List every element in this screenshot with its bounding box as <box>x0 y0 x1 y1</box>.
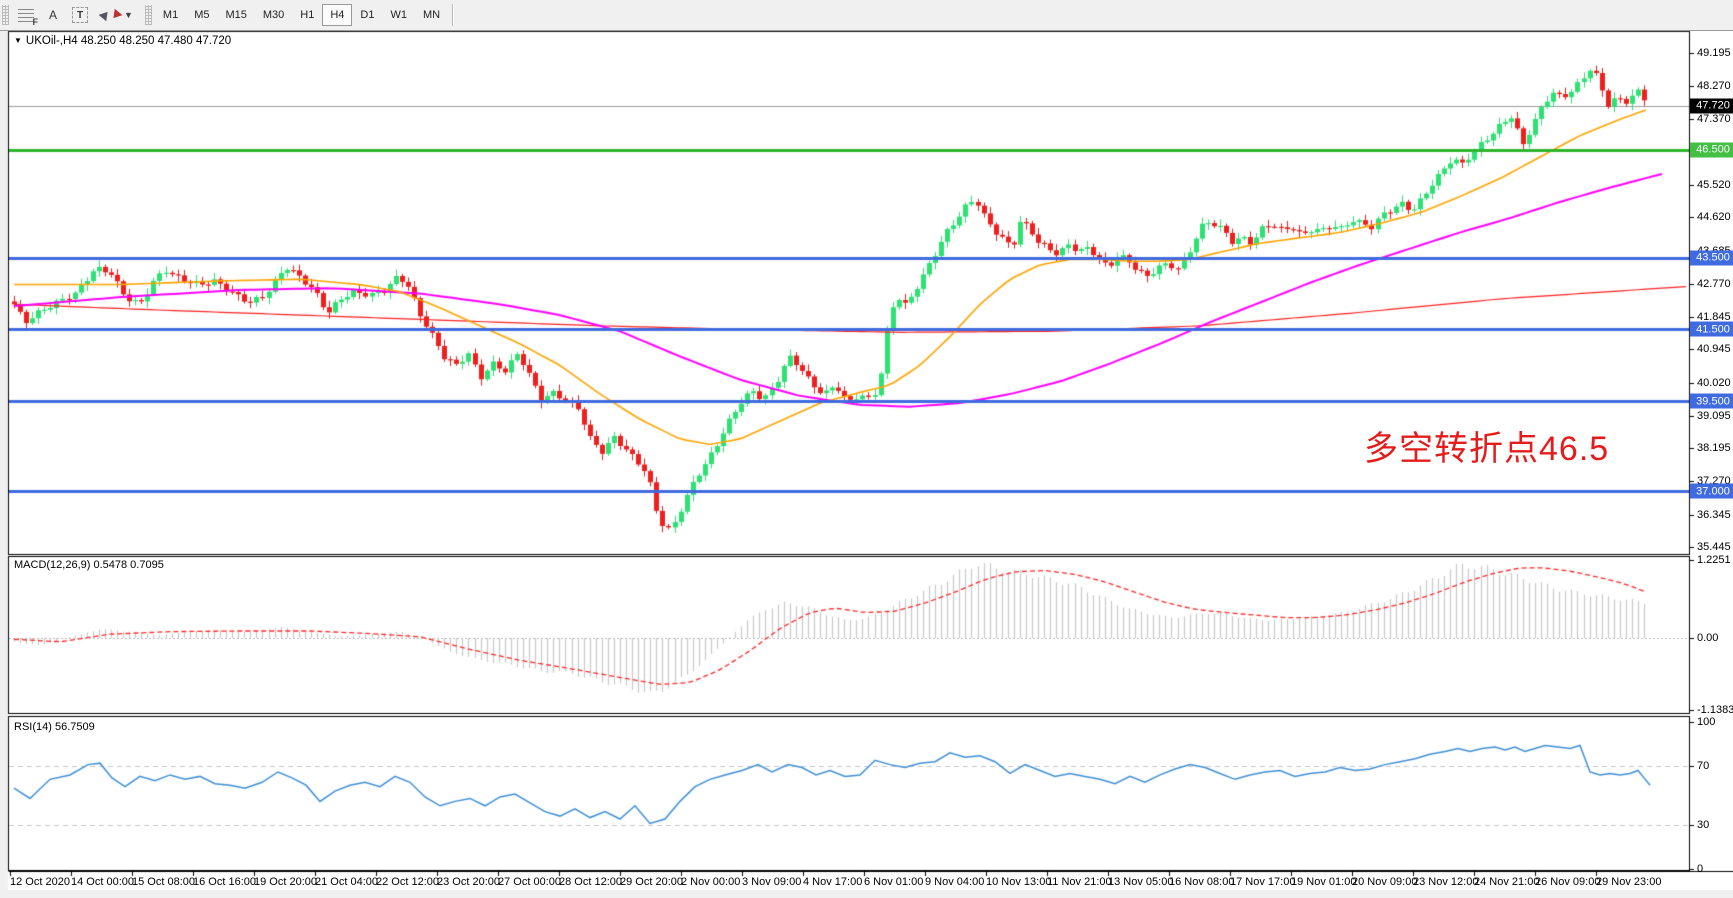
chevron-down-icon[interactable]: ▼ <box>124 10 133 20</box>
timeframe-button-h4[interactable]: H4 <box>322 4 352 26</box>
text-tool-icon[interactable]: T <box>67 3 93 27</box>
toolbar-separator <box>452 4 454 26</box>
chart-canvas[interactable] <box>0 0 1733 898</box>
arrows-icon[interactable]: ▼ <box>95 3 138 27</box>
text-label-glyph: A <box>49 8 57 22</box>
timeframe-button-d1[interactable]: D1 <box>352 4 382 26</box>
timeframe-buttons: M1M5M15M30H1H4D1W1MN <box>155 4 448 26</box>
arrows-glyph <box>100 11 121 19</box>
toolbar-grip-handle[interactable] <box>2 5 9 25</box>
timeframe-button-mn[interactable]: MN <box>415 4 448 26</box>
timeframe-button-m15[interactable]: M15 <box>217 4 254 26</box>
timeframe-button-w1[interactable]: W1 <box>382 4 415 26</box>
timeframe-button-m1[interactable]: M1 <box>155 4 186 26</box>
timeframe-button-m30[interactable]: M30 <box>255 4 292 26</box>
text-tool-glyph: T <box>72 7 88 23</box>
timeframe-button-m5[interactable]: M5 <box>186 4 217 26</box>
toolbar: F A T ▼ M1M5M15M30H1H4D1W1MN <box>0 0 1733 31</box>
fibonacci-icon[interactable]: F <box>13 3 39 27</box>
fibonacci-icon-glyph: F <box>18 9 34 22</box>
timeframe-button-h1[interactable]: H1 <box>292 4 322 26</box>
toolbar-grip-handle-2[interactable] <box>145 5 152 25</box>
text-label-icon[interactable]: A <box>41 3 65 27</box>
